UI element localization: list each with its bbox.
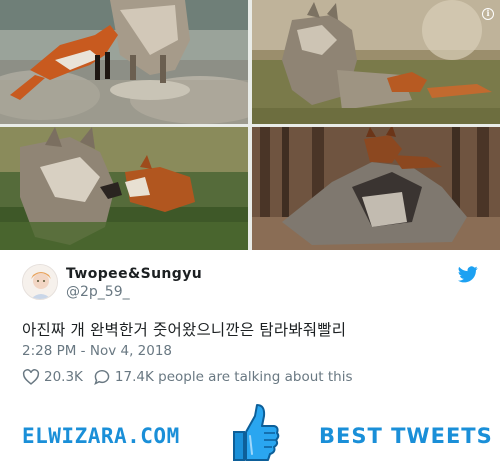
best-tweets-label: BEST TWEETS [319,424,493,448]
tweet-text: 아진짜 개 완벽한거 줏어왔으니깐은 탐라봐줘빨리 [22,321,347,339]
heart-icon [22,369,40,385]
photo-wolf-and-fox-in-grass[interactable]: i [252,0,500,124]
talking-about-text: 17.4K people are talking about this [114,369,353,385]
photo-fox-and-wolf-on-rocks[interactable] [0,0,248,124]
display-name[interactable]: Twopee&Sungyu [66,266,202,282]
thumbs-up-icon [228,402,280,468]
like-button[interactable]: 20.3K [22,369,83,385]
avatar[interactable] [22,264,58,300]
reply-bubble-icon [94,369,110,385]
twitter-bird-icon[interactable] [458,266,478,287]
info-icon[interactable]: i [482,8,494,20]
talking-about-link[interactable]: 17.4K people are talking about this [93,369,353,385]
user-handle[interactable]: @2p_59_ [66,284,130,300]
tweet-actions: 20.3K 17.4K people are talking about thi… [22,368,352,386]
tweet-timestamp[interactable]: 2:28 PM - Nov 4, 2018 [22,343,172,359]
site-name[interactable]: ELWIZARA.COM [22,424,180,448]
photo-grid: i [0,0,500,250]
photo-fox-on-wolf-in-forest[interactable] [252,127,500,250]
like-count: 20.3K [44,369,83,385]
photo-wolf-sniffing-fox[interactable] [0,127,248,250]
